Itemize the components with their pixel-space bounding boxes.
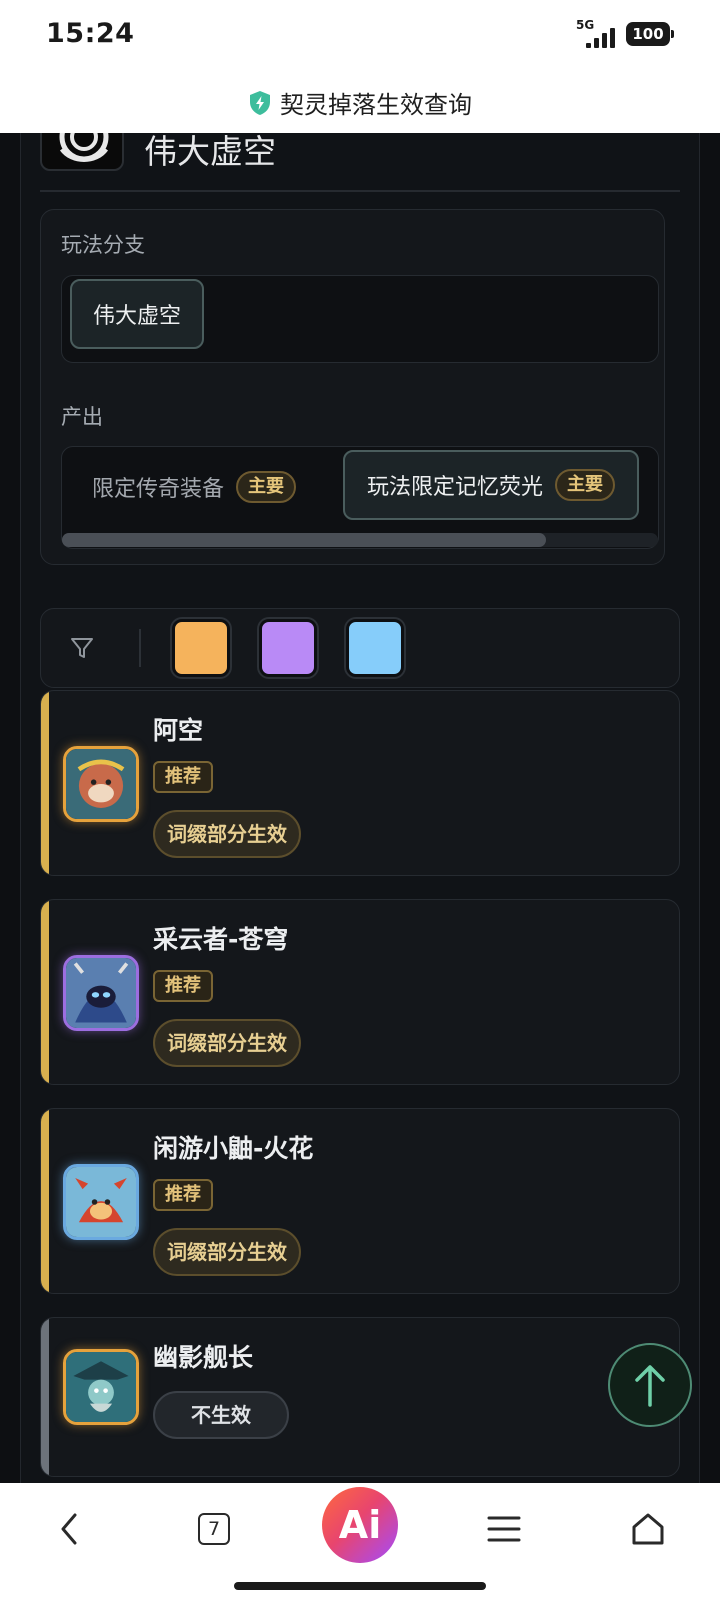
tabs-button[interactable]: 7 (184, 1499, 244, 1559)
main-badge: 主要 (236, 471, 297, 503)
main-content[interactable]: 伟大虚空 玩法分支 伟大虚空 产出 限定传奇装备 主要 玩法限定记忆荧光 主要 (0, 133, 720, 1483)
filter-separator (139, 629, 141, 667)
branch-label: 玩法分支 (61, 233, 145, 257)
creature-avatar (63, 955, 139, 1031)
creature-name: 采云者-苍穹 (153, 925, 289, 954)
filter-swatch-blue[interactable] (346, 619, 404, 677)
menu-icon (487, 1516, 521, 1542)
dungeon-logo (40, 133, 124, 171)
ai-assistant-button[interactable]: Ai (322, 1487, 398, 1563)
funnel-icon[interactable] (69, 635, 95, 661)
cellular-signal-icon: 5G (576, 18, 620, 48)
branch-chip[interactable]: 伟大虚空 (70, 279, 204, 349)
effect-status: 词缀部分生效 (153, 1228, 301, 1276)
recommend-tag: 推荐 (153, 970, 213, 1002)
recommend-tag: 推荐 (153, 1179, 213, 1211)
status-bar: 15:24 5G 100 (0, 0, 720, 72)
dungeon-title: 伟大虚空 (144, 133, 276, 171)
output-chip-selected[interactable]: 玩法限定记忆荧光 主要 (343, 450, 639, 520)
effect-status: 词缀部分生效 (153, 810, 301, 858)
home-button[interactable] (618, 1499, 678, 1559)
shield-bolt-icon (250, 90, 270, 115)
output-label: 产出 (61, 405, 103, 429)
filter-swatch-orange[interactable] (172, 619, 230, 677)
home-icon (632, 1513, 664, 1545)
output-chip-label: 玩法限定记忆荧光 (366, 475, 543, 500)
card-accent (41, 1318, 49, 1476)
recommend-tag: 推荐 (153, 761, 213, 793)
card-accent (41, 900, 49, 1084)
scrollbar-thumb[interactable] (62, 533, 546, 547)
horizontal-scrollbar[interactable] (62, 533, 658, 547)
creature-name: 阿空 (153, 716, 204, 745)
creature-card[interactable]: 采云者-苍穹 推荐 词缀部分生效 (40, 899, 680, 1085)
arrow-up-icon (635, 1365, 665, 1407)
effect-status: 词缀部分生效 (153, 1019, 301, 1067)
page-header: 契灵掉落生效查询 (0, 72, 720, 133)
home-indicator (234, 1582, 486, 1590)
creature-avatar (63, 746, 139, 822)
chevron-left-icon (61, 1513, 77, 1545)
main-badge: 主要 (555, 469, 615, 501)
filter-bar (40, 608, 680, 688)
output-chip-label: 限定传奇装备 (92, 477, 225, 502)
divider (40, 190, 680, 192)
filter-swatch-purple[interactable] (259, 619, 317, 677)
clock: 15:24 (46, 18, 135, 49)
branch-chip-label: 伟大虚空 (92, 304, 181, 329)
card-accent (41, 1109, 49, 1293)
page-title: 契灵掉落生效查询 (280, 91, 472, 119)
creature-card[interactable]: 幽影舰长 不生效 (40, 1317, 680, 1477)
battery-icon: 100 (626, 22, 674, 46)
creature-name: 闲游小鼬-火花 (153, 1134, 314, 1163)
card-accent (41, 691, 49, 875)
tab-count: 7 (198, 1513, 230, 1545)
menu-button[interactable] (474, 1499, 534, 1559)
creature-card[interactable]: 阿空 推荐 词缀部分生效 (40, 690, 680, 876)
effect-status: 不生效 (153, 1391, 289, 1439)
creature-avatar (63, 1349, 139, 1425)
creature-avatar (63, 1164, 139, 1240)
creature-name: 幽影舰长 (153, 1343, 254, 1372)
scroll-top-button[interactable] (608, 1343, 692, 1427)
creature-card[interactable]: 闲游小鼬-火花 推荐 词缀部分生效 (40, 1108, 680, 1294)
output-chip[interactable]: 限定传奇装备 主要 (92, 469, 297, 505)
back-button[interactable] (40, 1499, 100, 1559)
